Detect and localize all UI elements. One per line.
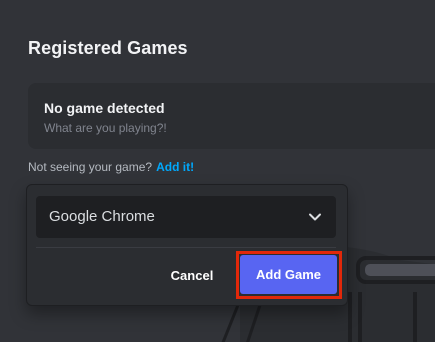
game-select-value: Google Chrome — [49, 208, 155, 225]
game-select[interactable]: Google Chrome — [36, 196, 336, 238]
add-it-link[interactable]: Add it! — [156, 160, 194, 174]
cancel-button[interactable]: Cancel — [159, 257, 225, 293]
not-seeing-text: Not seeing your game? — [28, 160, 153, 174]
add-game-popup: Google Chrome Cancel Add Game — [26, 184, 348, 306]
not-seeing-prompt: Not seeing your game? Add it! — [28, 160, 194, 174]
detected-game-card: No game detected What are you playing?! — [28, 83, 435, 149]
popup-divider — [36, 247, 336, 248]
detected-game-title: No game detected — [44, 100, 165, 116]
settings-page: Registered Games No game detected What a… — [0, 0, 435, 342]
add-game-button[interactable]: Add Game — [240, 255, 337, 294]
section-title: Registered Games — [28, 38, 188, 58]
chevron-down-icon — [309, 213, 321, 221]
detected-game-subtitle: What are you playing?! — [44, 121, 167, 135]
